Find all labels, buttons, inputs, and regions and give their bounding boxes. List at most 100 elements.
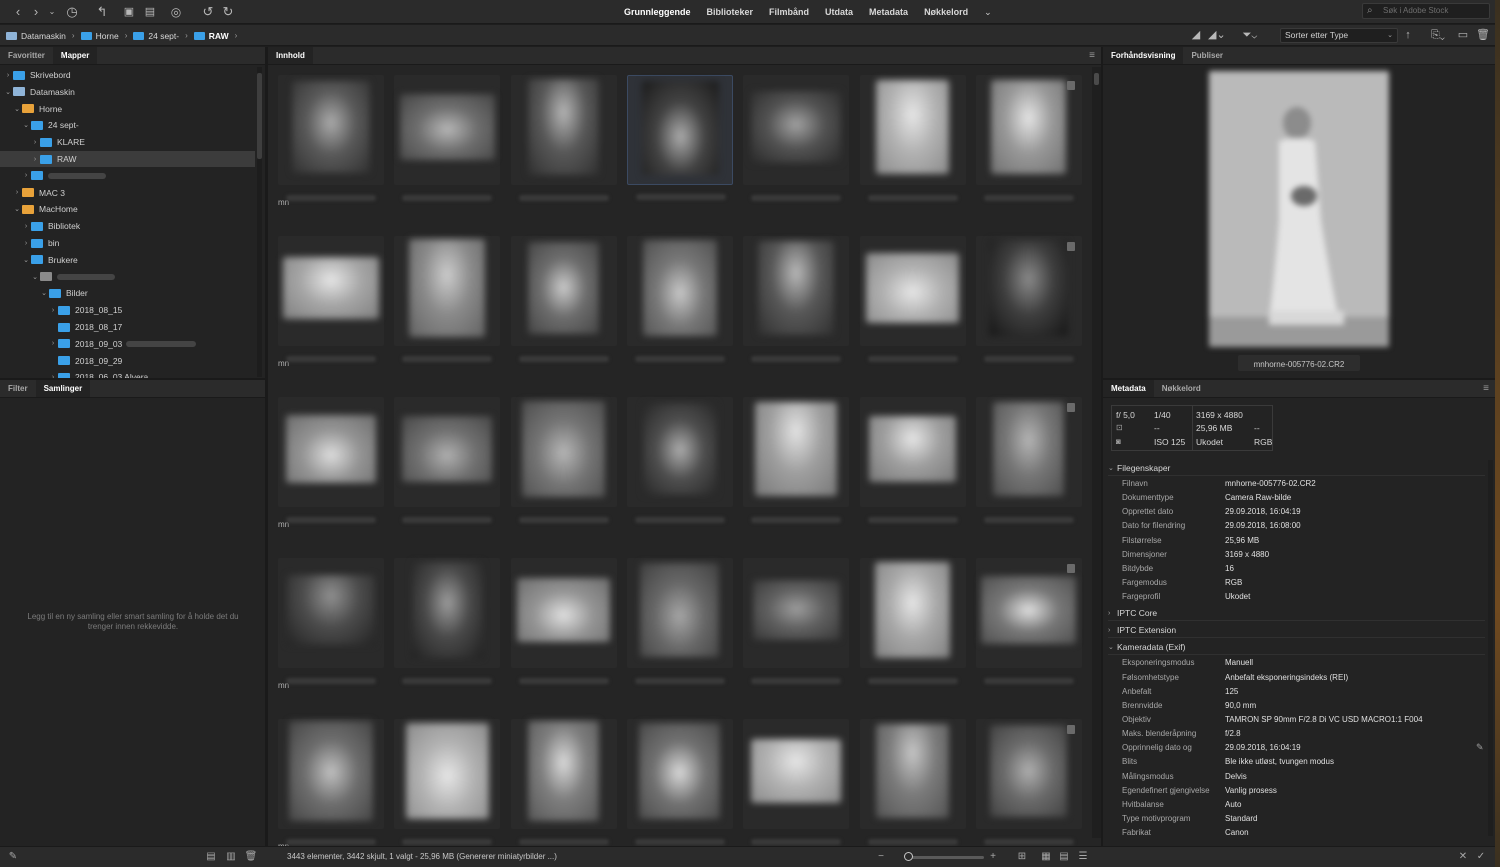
view-thumbnails-icon[interactable]: ▦ [1039,850,1053,864]
workspace-nokkelord[interactable]: Nøkkelord [916,7,976,17]
camera-import-icon[interactable]: ▣ [121,4,137,20]
folder-tree-item[interactable]: › Skrivebord [0,67,255,83]
thumbnail[interactable] [626,719,733,845]
thumbnail[interactable] [394,719,501,845]
adobe-stock-search-input[interactable]: ⌕ Søk i Adobe Stock [1362,3,1490,19]
thumbnail[interactable] [626,236,733,362]
chevron-down-icon[interactable]: ⌄ [21,256,31,264]
folder-tree-item[interactable]: › 2018_09_03 [0,336,255,352]
return-icon[interactable]: ↰ [94,4,110,20]
sort-select[interactable]: Sorter etter Type ⌄ [1280,28,1398,43]
thumbnail[interactable] [278,719,384,845]
thumbnail[interactable] [743,558,850,684]
chevron-right-icon[interactable]: › [30,139,40,146]
tab-filter[interactable]: Filter [0,380,36,397]
thumbnail[interactable] [278,558,384,684]
thumbnail-size-knob[interactable] [904,852,913,861]
metadata-section-header[interactable]: ⌄ Kameradata (Exif) [1108,642,1186,652]
folder-tree-item[interactable]: › bin [0,235,255,251]
tab-publiser[interactable]: Publiser [1183,47,1231,64]
tab-innhold[interactable]: Innhold [268,47,313,64]
check-icon[interactable]: ✓ [1474,850,1488,864]
thumbnail[interactable] [859,397,966,523]
workspace-biblioteker[interactable]: Biblioteker [699,7,762,17]
stack-badge-icon[interactable] [1067,725,1075,734]
thumbnail[interactable] [743,75,850,201]
metadata-scrollbar[interactable] [1488,460,1493,836]
thumbnail[interactable] [626,397,733,523]
breadcrumb-item[interactable]: Datamaskin [6,31,66,41]
tab-mapper[interactable]: Mapper [52,47,98,64]
thumbnail-size-slider[interactable] [908,856,984,859]
refine-icon[interactable]: ▤ [142,4,158,20]
stack-badge-icon[interactable] [1067,564,1075,573]
folder-tree-item[interactable]: ⌄ Datamaskin [0,84,255,100]
thumbnail[interactable] [743,397,850,523]
delete-collection-icon[interactable]: 🗑 [244,850,258,864]
workspace-metadata[interactable]: Metadata [861,7,916,17]
view-details-icon[interactable]: ▤ [1057,850,1071,864]
panel-divider[interactable] [265,47,268,846]
thumbnail[interactable] [626,558,733,684]
thumbnail[interactable] [975,397,1082,523]
edit-pencil-icon[interactable]: ✎ [1476,742,1484,753]
preview-image[interactable] [1209,71,1389,347]
trash-icon[interactable]: 🗑 [1475,28,1491,43]
chevron-right-icon[interactable]: › [48,340,58,347]
tab-samlinger[interactable]: Samlinger [35,380,91,397]
panel-menu-icon[interactable]: ≡ [1483,383,1489,395]
folder-tree-item[interactable]: ⌄ [0,269,255,285]
folder-tree-item[interactable]: › [0,168,255,184]
thumbnail[interactable] [975,719,1082,845]
camera-raw-icon[interactable]: ◎ [168,4,184,20]
thumbnail[interactable] [394,397,501,523]
pencil-icon[interactable]: ✎ [6,850,20,864]
chevron-down-icon[interactable]: ⌄ [30,273,40,281]
new-collection-icon[interactable]: ▤ [204,850,218,864]
chevron-right-icon[interactable]: › [12,189,22,196]
thumbnail[interactable] [278,75,384,201]
tab-favoritter[interactable]: Favoritter [0,47,53,64]
content-scrollbar[interactable] [1092,67,1101,838]
stack-badge-icon[interactable] [1067,81,1075,90]
recent-icon[interactable]: ◷ [64,4,80,20]
thumbnail[interactable] [743,236,850,362]
zoom-in-icon[interactable]: + [986,850,1000,864]
filter-icon[interactable]: ⏷⌄ [1242,28,1258,43]
rotate-left-icon[interactable]: ↺ [200,4,216,20]
breadcrumb-item[interactable]: RAW [193,31,229,41]
panel-divider[interactable] [1103,378,1495,380]
chevron-right-icon[interactable]: › [30,156,40,163]
folder-tree-scrollbar[interactable] [257,67,262,377]
breadcrumb-item[interactable]: Horne [80,31,119,41]
thumbnail[interactable] [859,75,966,201]
thumbnail[interactable] [510,75,617,201]
workspace-filmband[interactable]: Filmbånd [761,7,817,17]
chevron-down-icon[interactable]: ⌄ [3,88,13,96]
metadata-section-header[interactable]: › IPTC Core [1108,608,1157,618]
thumbnail[interactable] [859,236,966,362]
stack-badge-icon[interactable] [1067,403,1075,412]
tab-nokkelord[interactable]: Nøkkelord [1154,380,1209,397]
thumbnail[interactable] [859,558,966,684]
folder-tree-item[interactable]: ⌄ Brukere [0,252,255,268]
thumbnail[interactable] [278,236,384,362]
grid-lock-icon[interactable]: ⊞ [1015,850,1029,864]
folder-tree-item[interactable]: › Bibliotek [0,218,255,234]
folder-tree-item[interactable]: › 2018_08_15 [0,302,255,318]
chevron-down-icon[interactable]: ⌄ [21,121,31,129]
folder-tree-item[interactable]: ⌄ 24 sept- [0,117,255,133]
thumbnail[interactable] [859,719,966,845]
folder-tree-item[interactable]: ⌄ Bilder [0,285,255,301]
folder-tree-item[interactable]: ⌄ Horne [0,101,255,117]
workspace-more-icon[interactable]: ⌄ [976,7,1000,18]
thumbnail[interactable] [743,719,850,845]
close-icon[interactable]: ✕ [1456,850,1470,864]
thumbnail[interactable] [626,75,733,200]
forward-icon[interactable]: › [28,4,44,20]
new-smart-collection-icon[interactable]: ▥ [224,850,238,864]
thumbnail[interactable] [394,558,501,684]
folder-tree-item[interactable]: 2018_08_17 [0,319,255,335]
thumbnail[interactable] [510,719,617,845]
workspace-utdata[interactable]: Utdata [817,7,861,17]
